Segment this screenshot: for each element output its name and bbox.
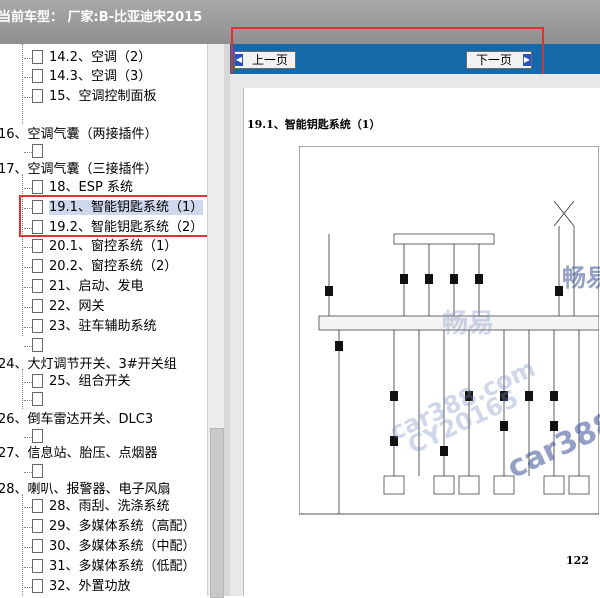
document-icon bbox=[32, 179, 43, 194]
tree-item-label: 14.3、空调（3） bbox=[49, 69, 152, 84]
tree-item-label: 18、ESP 系统 bbox=[49, 180, 133, 195]
tree-item-label: 21、启动、发电 bbox=[49, 279, 144, 294]
document-icon bbox=[32, 143, 43, 158]
tree-item[interactable] bbox=[24, 142, 49, 162]
tree-item[interactable]: 14.3、空调（3） bbox=[24, 67, 151, 87]
sidebar-tree[interactable]: 14.2、空调（2） 14.3、空调（3） 15、空调控制面板 16、空调气囊（… bbox=[0, 44, 224, 596]
sidebar-scrollbar[interactable] bbox=[207, 44, 225, 598]
tree-item-label: 32、外置功放 bbox=[49, 579, 131, 594]
tree-folder-label: 24、大灯调节开关、3#开关组 bbox=[0, 357, 177, 372]
tree-item[interactable]: 31、多媒体系统（低配） bbox=[24, 557, 196, 577]
tree-item[interactable] bbox=[24, 390, 49, 410]
document-icon bbox=[32, 373, 43, 388]
document-icon bbox=[32, 298, 43, 313]
document-icon bbox=[32, 238, 43, 253]
tree-item[interactable]: 32、外置功放 bbox=[24, 577, 131, 596]
document-icon bbox=[32, 391, 43, 406]
tree-item-label: 14.2、空调（2） bbox=[49, 50, 152, 65]
document-icon bbox=[32, 88, 43, 103]
document-icon bbox=[32, 68, 43, 83]
highlight-box bbox=[19, 195, 209, 237]
tree-guide bbox=[22, 369, 23, 409]
tree-item-label: 29、多媒体系统（高配） bbox=[49, 519, 196, 534]
page-heading: 19.1、智能钥匙系统（1） bbox=[247, 118, 381, 131]
tree-item[interactable]: 30、多媒体系统（中配） bbox=[24, 537, 196, 557]
tree-item-label: 30、多媒体系统（中配） bbox=[49, 539, 196, 554]
tree-folder-label: 17、空调气囊（三接插件） bbox=[0, 162, 158, 177]
document-page: 19.1、智能钥匙系统（1） 畅易 car388.com CY20165 car… bbox=[243, 88, 600, 596]
tree-item[interactable]: 25、组合开关 bbox=[24, 372, 131, 392]
tree-item[interactable]: 29、多媒体系统（高配） bbox=[24, 517, 196, 537]
tree-item[interactable]: 14.2、空调（2） bbox=[24, 48, 151, 68]
tree-item[interactable]: 15、空调控制面板 bbox=[24, 87, 157, 107]
tree-item[interactable]: 21、启动、发电 bbox=[24, 277, 144, 297]
tree-folder[interactable]: 26、倒车雷达开关、DLC3 bbox=[0, 410, 153, 430]
tree-item-label: 25、组合开关 bbox=[49, 374, 131, 389]
tree-folder-label: 16、空调气囊（两接插件） bbox=[0, 127, 158, 142]
tree-item-label: 23、驻车辅助系统 bbox=[49, 319, 157, 334]
tree-item-label: 31、多媒体系统（低配） bbox=[49, 559, 196, 574]
document-icon bbox=[32, 498, 43, 513]
tree-item-label: 28、雨刮、洗涤系统 bbox=[49, 499, 170, 514]
watermark: 畅易 bbox=[562, 264, 600, 292]
document-icon bbox=[32, 558, 43, 573]
tree-item-label: 20.1、窗控系统（1） bbox=[49, 239, 178, 254]
tree-item[interactable]: 22、网关 bbox=[24, 297, 105, 317]
window-title: 当前车型： 厂家:B-比亚迪宋2015 bbox=[0, 10, 203, 25]
watermark: 畅易 bbox=[442, 309, 495, 339]
document-icon bbox=[32, 538, 43, 553]
tree-item-label: 15、空调控制面板 bbox=[49, 89, 157, 104]
tree-folder[interactable]: 17、空调气囊（三接插件） bbox=[0, 160, 158, 180]
tree-item[interactable]: 20.2、窗控系统（2） bbox=[24, 257, 177, 277]
tree-folder-label: 28、喇叭、报警器、电子风扇 bbox=[0, 482, 171, 497]
document-icon bbox=[32, 49, 43, 64]
tree-item-label: 20.2、窗控系统（2） bbox=[49, 259, 178, 274]
tree-guide bbox=[22, 44, 23, 124]
document-icon bbox=[32, 318, 43, 333]
tree-folder-label: 27、信息站、胎压、点烟器 bbox=[0, 446, 158, 461]
document-icon bbox=[32, 463, 43, 478]
tree-item[interactable]: 23、驻车辅助系统 bbox=[24, 317, 157, 337]
document-icon bbox=[32, 278, 43, 293]
document-icon bbox=[32, 428, 43, 443]
tree-item[interactable]: 28、雨刮、洗涤系统 bbox=[24, 497, 170, 517]
tree-folder-label: 26、倒车雷达开关、DLC3 bbox=[0, 412, 154, 427]
document-icon bbox=[32, 518, 43, 533]
tree-guide bbox=[22, 494, 23, 596]
document-icon bbox=[32, 258, 43, 273]
tree-folder[interactable]: 27、信息站、胎压、点烟器 bbox=[0, 444, 158, 464]
tree-item[interactable]: 20.1、窗控系统（1） bbox=[24, 237, 177, 257]
tree-item[interactable] bbox=[24, 462, 49, 482]
wiring-diagram bbox=[299, 146, 599, 515]
document-viewer[interactable]: 19.1、智能钥匙系统（1） 畅易 car388.com CY20165 car… bbox=[230, 74, 600, 596]
page-number: 122 bbox=[566, 554, 589, 567]
document-icon bbox=[32, 337, 43, 352]
document-icon bbox=[32, 578, 43, 593]
scrollbar-thumb[interactable] bbox=[210, 428, 224, 598]
tree-item[interactable] bbox=[24, 336, 49, 356]
tree-item-label: 22、网关 bbox=[49, 299, 105, 314]
